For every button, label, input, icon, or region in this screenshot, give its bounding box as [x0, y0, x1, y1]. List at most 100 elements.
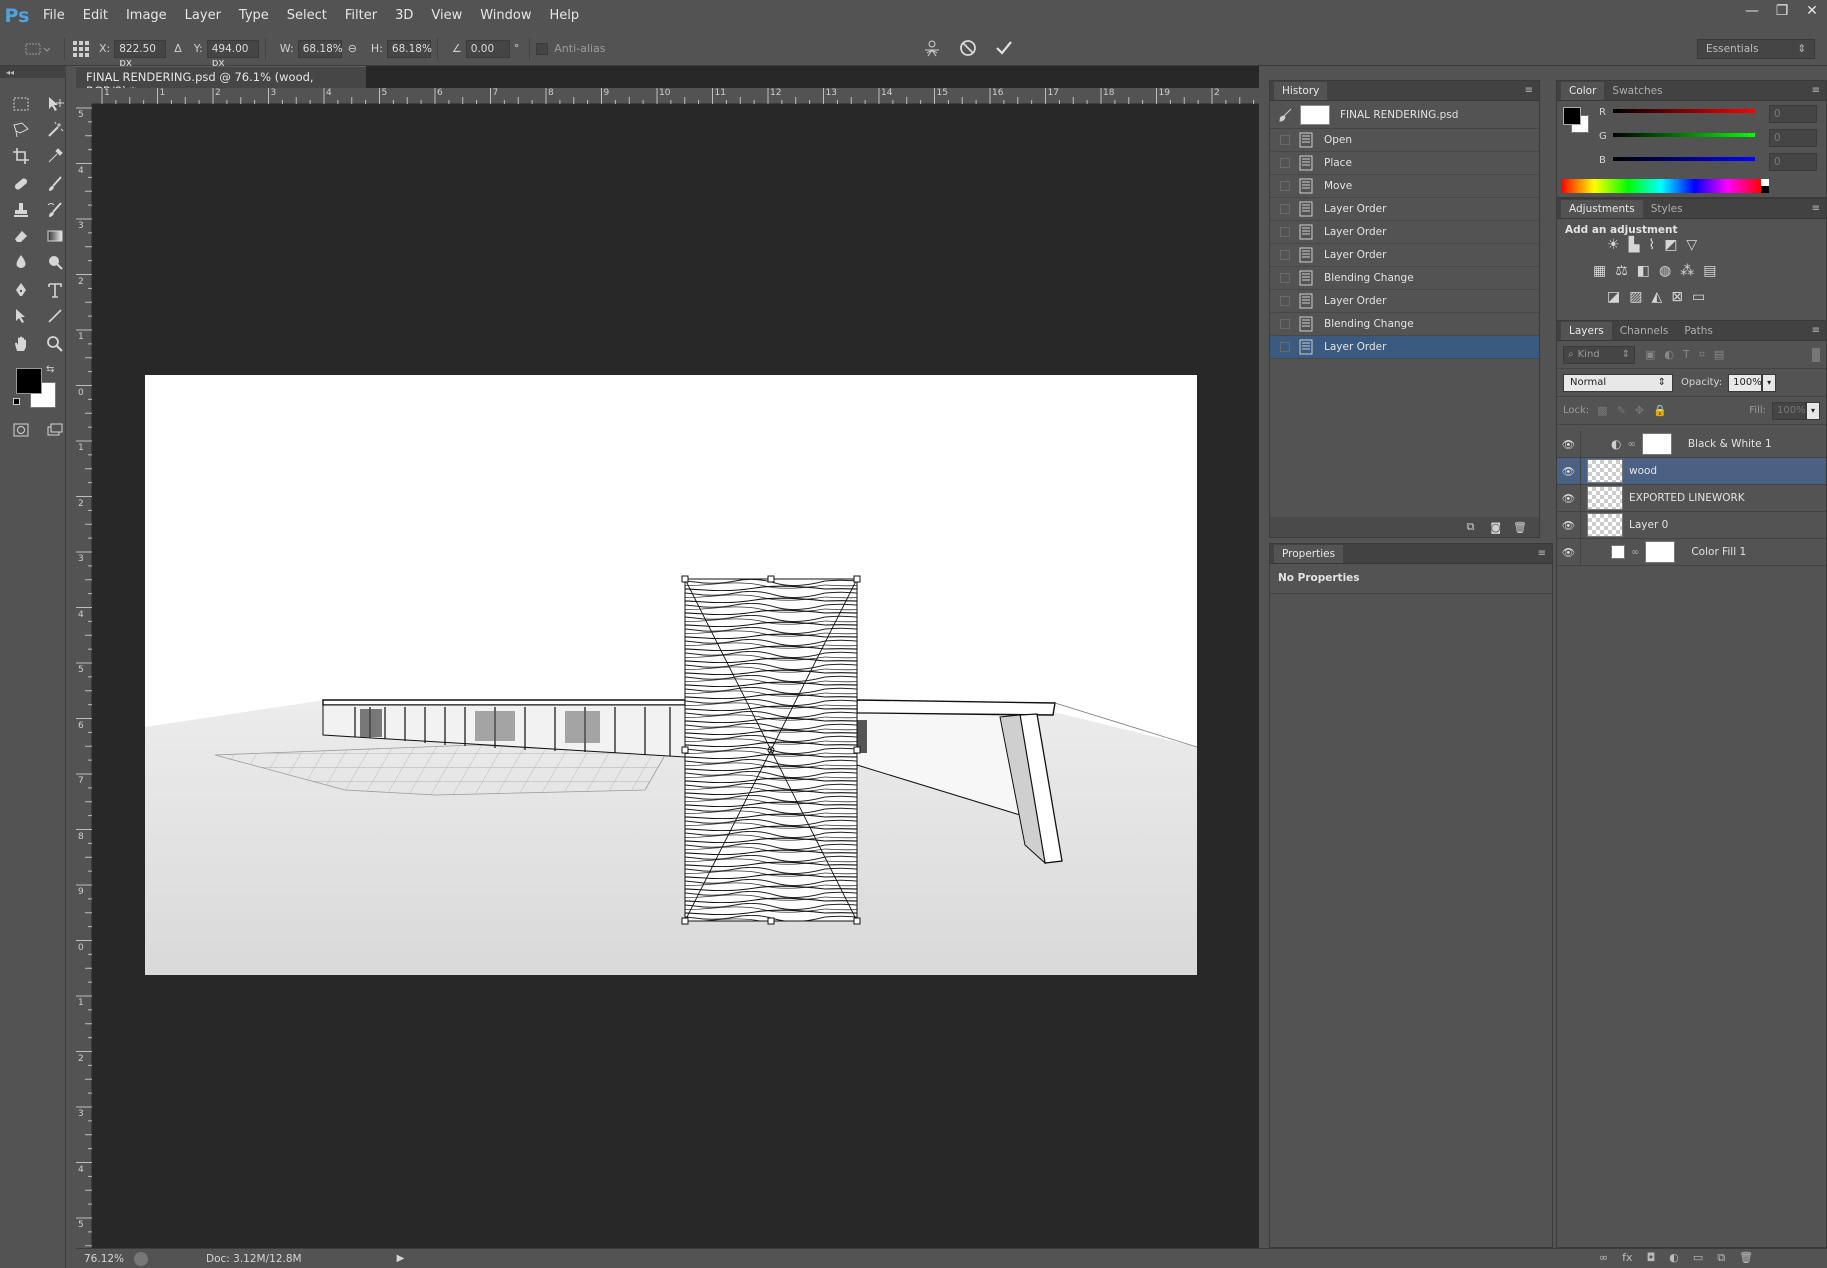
panel-menu-icon[interactable]: ≡: [1812, 325, 1820, 336]
menu-filter[interactable]: Filter: [336, 0, 386, 32]
black-white-ramp[interactable]: [1761, 179, 1769, 193]
h-input[interactable]: 68.18%: [386, 39, 432, 58]
selective-color-icon[interactable]: ⊠: [1671, 289, 1683, 305]
r-value-input[interactable]: 0: [1769, 105, 1817, 123]
opacity-dropdown-icon[interactable]: ▾: [1762, 373, 1777, 392]
eye-icon[interactable]: 👁: [1557, 430, 1581, 458]
screen-mode-tool[interactable]: [42, 418, 68, 442]
color-balance-icon[interactable]: ⚖: [1615, 263, 1628, 279]
smart-object-thumbnail[interactable]: [1587, 486, 1623, 510]
menu-window[interactable]: Window: [471, 0, 540, 32]
b-value-input[interactable]: 0: [1769, 153, 1817, 171]
history-brush-source-box[interactable]: [1280, 296, 1290, 306]
x-input[interactable]: 822.50 px: [114, 39, 167, 69]
invert-icon[interactable]: ◪: [1607, 289, 1620, 305]
crop-tool[interactable]: [8, 144, 34, 168]
layer-filter-icons[interactable]: ▣◐T⌗▤: [1645, 348, 1733, 362]
eraser-tool[interactable]: [8, 224, 34, 248]
new-group-icon[interactable]: ▭: [1693, 1251, 1703, 1265]
zoom-tool[interactable]: [42, 332, 68, 356]
panel-menu-icon[interactable]: ≡: [1525, 85, 1533, 96]
blend-mode-select[interactable]: Normal ⇕: [1563, 373, 1673, 392]
default-colors-icon[interactable]: [13, 398, 23, 408]
menu-edit[interactable]: Edit: [74, 0, 117, 32]
tab-channels[interactable]: Channels: [1612, 322, 1677, 340]
menu-type[interactable]: Type: [230, 0, 278, 32]
y-input[interactable]: 494.00 px: [206, 39, 259, 69]
workspace-select[interactable]: Essentials ⇕: [1697, 39, 1815, 59]
clone-stamp-tool[interactable]: [8, 198, 34, 222]
g-slider[interactable]: [1613, 133, 1755, 137]
opacity-input[interactable]: 100%: [1728, 373, 1763, 392]
new-document-from-state-icon[interactable]: ⧉: [1466, 520, 1474, 534]
history-brush-source-box[interactable]: [1280, 250, 1290, 260]
tools-collapse[interactable]: ◂◂: [0, 66, 66, 78]
add-mask-icon[interactable]: ◘: [1647, 1251, 1656, 1265]
eye-icon[interactable]: 👁: [1557, 484, 1581, 512]
close-button[interactable]: ✕: [1797, 0, 1827, 22]
marquee-tool[interactable]: [8, 92, 34, 116]
threshold-icon[interactable]: ◭: [1651, 289, 1662, 305]
history-brush-source-box[interactable]: [1280, 319, 1290, 329]
maximize-button[interactable]: ❐: [1767, 0, 1797, 22]
menu-view[interactable]: View: [422, 0, 471, 32]
posterize-icon[interactable]: ▨: [1629, 289, 1642, 305]
b-slider[interactable]: [1613, 157, 1755, 161]
eyedropper-tool[interactable]: [42, 144, 68, 168]
layer-row[interactable]: 👁 ◐ ∞ Black & White 1: [1557, 430, 1826, 458]
panel-menu-icon[interactable]: ≡: [1538, 548, 1546, 559]
history-item[interactable]: Layer Order: [1270, 221, 1539, 244]
dodge-tool[interactable]: [42, 250, 68, 274]
black-white-icon[interactable]: ◧: [1637, 263, 1650, 279]
link-layers-icon[interactable]: ∞: [1599, 1251, 1608, 1265]
menu-image[interactable]: Image: [117, 0, 176, 32]
history-brush-source-box[interactable]: [1280, 342, 1290, 352]
layer-mask-thumbnail[interactable]: [1641, 433, 1672, 455]
wood-layer-transform[interactable]: [681, 575, 861, 925]
history-snapshot[interactable]: FINAL RENDERING.psd: [1270, 101, 1539, 129]
cancel-transform-icon[interactable]: [958, 38, 978, 58]
document-tab[interactable]: FINAL RENDERING.psd @ 76.1% (wood, RGB/8…: [76, 66, 366, 98]
tab-history[interactable]: History: [1274, 81, 1328, 100]
fill-input[interactable]: 100%: [1772, 401, 1806, 420]
menu-select[interactable]: Select: [278, 0, 336, 32]
history-brush-source-box[interactable]: [1280, 204, 1290, 214]
levels-icon[interactable]: ▙: [1629, 237, 1640, 253]
chain-link-icon[interactable]: ∞: [1631, 547, 1639, 558]
layer-row[interactable]: 👁 Layer 0: [1557, 511, 1826, 539]
history-brush-source-box[interactable]: [1280, 227, 1290, 237]
panel-menu-icon[interactable]: ≡: [1812, 85, 1820, 96]
lock-icons[interactable]: ▩✎✥🔒: [1597, 404, 1676, 417]
history-item[interactable]: Open: [1270, 129, 1539, 152]
status-icon[interactable]: [134, 1251, 148, 1266]
tab-styles[interactable]: Styles: [1643, 200, 1691, 218]
history-item[interactable]: Layer Order: [1270, 198, 1539, 221]
color-lookup-icon[interactable]: ▤: [1703, 263, 1716, 279]
fx-icon[interactable]: fx: [1622, 1251, 1632, 1265]
zoom-level[interactable]: 76.12%: [84, 1253, 126, 1265]
eye-icon[interactable]: 👁: [1557, 538, 1581, 566]
history-item[interactable]: Move: [1270, 175, 1539, 198]
ruler-vertical[interactable]: 5 4 3 2 1 0 1 2 3 4 5 6 7 8 9 0 1 2 3 4 5: [76, 88, 92, 1248]
vibrance-icon[interactable]: ▽: [1686, 237, 1697, 253]
tab-adjustments[interactable]: Adjustments: [1561, 199, 1643, 218]
eye-icon[interactable]: 👁: [1557, 511, 1581, 539]
tool-preset-picker[interactable]: [12, 36, 58, 62]
photo-filter-icon[interactable]: ◍: [1659, 263, 1671, 279]
channel-mixer-icon[interactable]: ⁂: [1680, 263, 1694, 279]
layer-row[interactable]: 👁 ∞ Color Fill 1: [1557, 538, 1826, 566]
menu-help[interactable]: Help: [541, 0, 589, 32]
gradient-tool[interactable]: [42, 224, 68, 248]
history-brush-source-box[interactable]: [1280, 273, 1290, 283]
w-input[interactable]: 68.18%: [297, 39, 343, 58]
layer-filter-select[interactable]: ⌕ Kind ⇕: [1563, 345, 1635, 364]
fill-dropdown-icon[interactable]: ▾: [1806, 401, 1820, 420]
delete-layer-icon[interactable]: 🗑: [1739, 1251, 1753, 1265]
history-brush-tool[interactable]: [42, 198, 68, 222]
antialias-checkbox[interactable]: [536, 42, 549, 55]
tab-properties[interactable]: Properties: [1274, 544, 1344, 563]
history-item[interactable]: Layer Order: [1270, 244, 1539, 267]
panel-menu-icon[interactable]: ≡: [1812, 203, 1820, 214]
chain-link-icon[interactable]: ∞: [1627, 439, 1635, 450]
new-layer-icon[interactable]: ⧉: [1717, 1251, 1725, 1265]
